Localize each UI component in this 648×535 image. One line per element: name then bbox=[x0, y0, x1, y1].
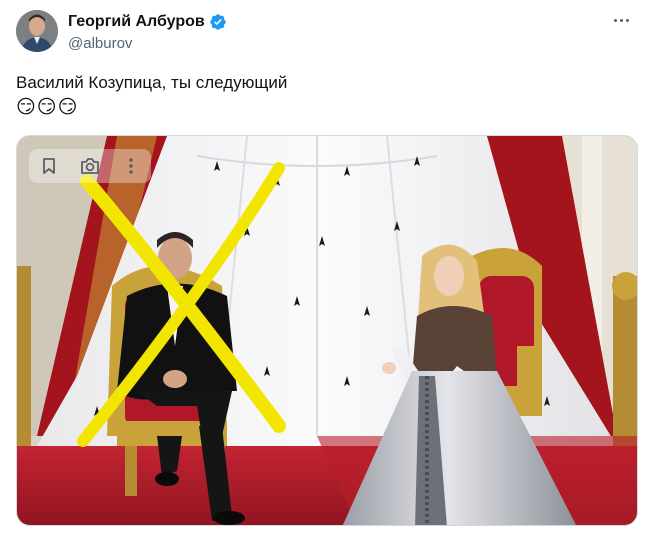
tweet-text: Василий Козупица, ты следующий bbox=[16, 73, 288, 92]
media-overlay-actions bbox=[29, 149, 151, 183]
camera-icon[interactable] bbox=[79, 155, 101, 177]
more-dots-icon[interactable] bbox=[608, 10, 634, 30]
bookmark-icon[interactable] bbox=[38, 155, 60, 177]
media-photo bbox=[17, 136, 637, 525]
verified-badge-icon bbox=[210, 14, 226, 30]
avatar[interactable] bbox=[16, 10, 58, 52]
tweet-card: Георгий Албуров @alburov Василий Козупиц… bbox=[0, 0, 648, 535]
author-display-name[interactable]: Георгий Албуров bbox=[68, 13, 205, 31]
author-block: Георгий Албуров @alburov bbox=[68, 12, 227, 52]
more-vertical-icon[interactable] bbox=[120, 155, 142, 177]
avatar-photo bbox=[16, 10, 58, 52]
author-handle[interactable]: @alburov bbox=[68, 35, 227, 52]
tweet-emojis: 😏😏😏 bbox=[16, 97, 79, 118]
tweet-media-image[interactable] bbox=[16, 135, 638, 526]
